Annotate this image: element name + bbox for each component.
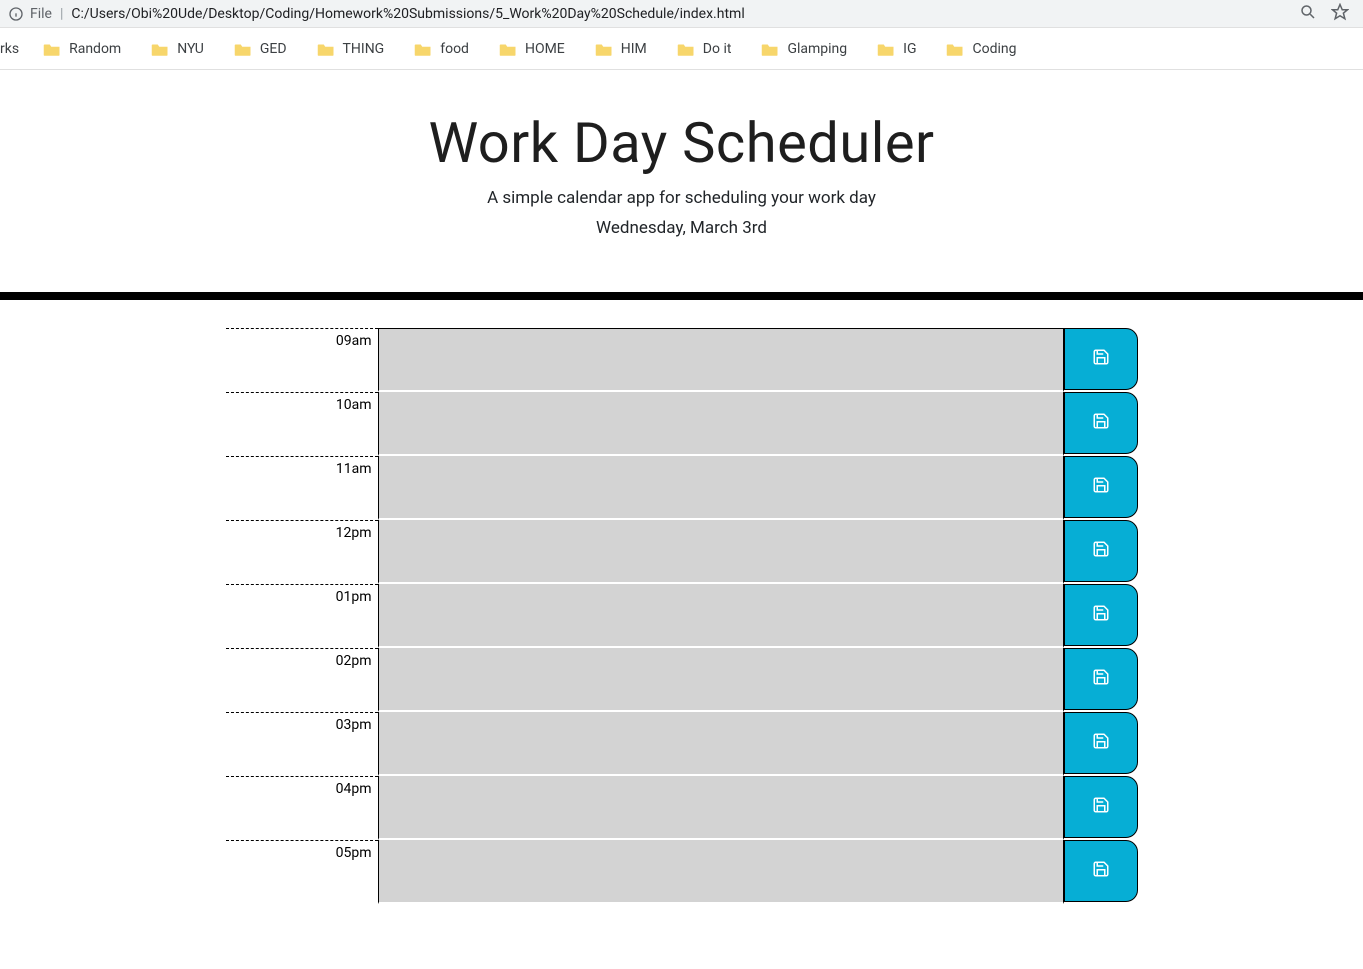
hour-label: 12pm — [226, 520, 378, 584]
hour-label: 01pm — [226, 584, 378, 648]
schedule-container: 09am 10am 11am 12pm 01pm 02pm — [226, 328, 1138, 904]
save-button[interactable] — [1064, 712, 1138, 774]
browser-address-bar: File | C:/Users/Obi%20Ude/Desktop/Coding… — [0, 0, 1363, 28]
page-subtitle: A simple calendar app for scheduling you… — [0, 188, 1363, 208]
event-input[interactable] — [378, 776, 1064, 840]
time-block: 10am — [226, 392, 1138, 456]
bookmark-item[interactable]: Random — [37, 37, 127, 61]
time-block: 03pm — [226, 712, 1138, 776]
bookmarks-cut-label[interactable]: rks — [0, 41, 19, 57]
bookmark-label: IG — [903, 41, 916, 57]
hour-label: 11am — [226, 456, 378, 520]
save-icon — [1092, 476, 1110, 498]
event-input[interactable] — [378, 840, 1064, 904]
hour-label: 03pm — [226, 712, 378, 776]
time-block: 05pm — [226, 840, 1138, 904]
folder-icon — [761, 41, 779, 57]
hour-label: 09am — [226, 328, 378, 392]
bookmark-label: food — [440, 41, 469, 57]
bookmark-label: Glamping — [787, 41, 847, 57]
time-block: 02pm — [226, 648, 1138, 712]
save-button[interactable] — [1064, 328, 1138, 390]
folder-icon — [414, 41, 432, 57]
folder-icon — [234, 41, 252, 57]
event-input[interactable] — [378, 648, 1064, 712]
bookmark-label: HOME — [525, 41, 565, 57]
save-button[interactable] — [1064, 648, 1138, 710]
event-input[interactable] — [378, 712, 1064, 776]
bookmark-item[interactable]: Glamping — [755, 37, 853, 61]
bookmark-label: Random — [69, 41, 121, 57]
file-scheme-label: File — [30, 6, 52, 22]
save-icon — [1092, 732, 1110, 754]
page-title: Work Day Scheduler — [0, 110, 1363, 176]
bookmark-item[interactable]: food — [408, 37, 475, 61]
separator: | — [60, 6, 63, 22]
save-icon — [1092, 668, 1110, 690]
folder-icon — [43, 41, 61, 57]
page-header: Work Day Scheduler A simple calendar app… — [0, 70, 1363, 274]
bookmark-item[interactable]: GED — [228, 37, 293, 61]
folder-icon — [499, 41, 517, 57]
save-icon — [1092, 604, 1110, 626]
save-button[interactable] — [1064, 456, 1138, 518]
bookmark-label: GED — [260, 41, 287, 57]
hour-label: 10am — [226, 392, 378, 456]
bookmark-item[interactable]: IG — [871, 37, 922, 61]
save-icon — [1092, 796, 1110, 818]
save-icon — [1092, 412, 1110, 434]
save-icon — [1092, 540, 1110, 562]
save-button[interactable] — [1064, 520, 1138, 582]
bookmark-label: Coding — [972, 41, 1016, 57]
save-button[interactable] — [1064, 584, 1138, 646]
bookmark-item[interactable]: THING — [311, 37, 391, 61]
save-button[interactable] — [1064, 840, 1138, 902]
bookmark-item[interactable]: NYU — [145, 37, 210, 61]
url-text[interactable]: C:/Users/Obi%20Ude/Desktop/Coding/Homewo… — [71, 6, 1293, 22]
bookmark-item[interactable]: Coding — [940, 37, 1022, 61]
event-input[interactable] — [378, 392, 1064, 456]
bookmark-label: Do it — [703, 41, 732, 57]
current-day: Wednesday, March 3rd — [0, 218, 1363, 238]
time-block: 01pm — [226, 584, 1138, 648]
bookmark-label: NYU — [177, 41, 204, 57]
bookmarks-bar: rks Random NYU GED THING food HOME HIM D… — [0, 28, 1363, 70]
time-block: 12pm — [226, 520, 1138, 584]
divider-bar — [0, 292, 1363, 300]
bookmark-label: HIM — [621, 41, 647, 57]
save-button[interactable] — [1064, 776, 1138, 838]
event-input[interactable] — [378, 520, 1064, 584]
save-icon — [1092, 348, 1110, 370]
bookmark-item[interactable]: HOME — [493, 37, 571, 61]
zoom-icon[interactable] — [1299, 3, 1317, 25]
bookmark-label: THING — [343, 41, 385, 57]
hour-label: 02pm — [226, 648, 378, 712]
folder-icon — [595, 41, 613, 57]
folder-icon — [946, 41, 964, 57]
folder-icon — [151, 41, 169, 57]
time-block: 09am — [226, 328, 1138, 392]
hour-label: 05pm — [226, 840, 378, 904]
time-block: 04pm — [226, 776, 1138, 840]
bookmark-item[interactable]: HIM — [589, 37, 653, 61]
event-input[interactable] — [378, 328, 1064, 392]
star-icon[interactable] — [1331, 3, 1349, 25]
hour-label: 04pm — [226, 776, 378, 840]
save-icon — [1092, 860, 1110, 882]
time-block: 11am — [226, 456, 1138, 520]
folder-icon — [317, 41, 335, 57]
save-button[interactable] — [1064, 392, 1138, 454]
bookmark-item[interactable]: Do it — [671, 37, 738, 61]
folder-icon — [877, 41, 895, 57]
folder-icon — [677, 41, 695, 57]
event-input[interactable] — [378, 456, 1064, 520]
info-icon[interactable] — [8, 6, 24, 22]
event-input[interactable] — [378, 584, 1064, 648]
